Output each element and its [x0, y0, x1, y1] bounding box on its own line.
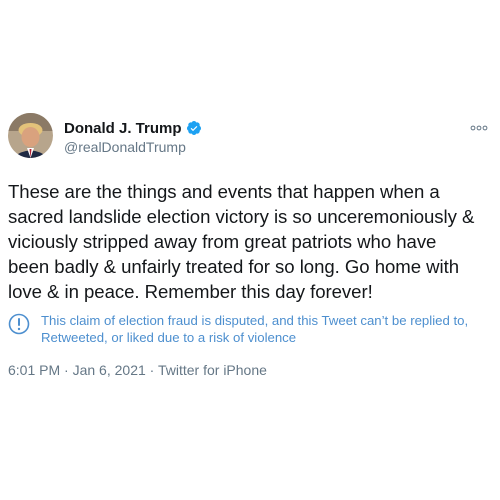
tweet-meta: 6:01 PM · Jan 6, 2021 · Twitter for iPho…	[8, 362, 267, 378]
exclamation-circle-icon	[8, 313, 30, 335]
tweet-source[interactable]: Twitter for iPhone	[158, 362, 267, 378]
verified-badge-icon	[186, 121, 201, 135]
author-handle[interactable]: @realDonaldTrump	[64, 139, 186, 155]
tweet-date[interactable]: Jan 6, 2021	[73, 362, 146, 378]
tweet-card: Donald J. Trump @realDonaldTrump These a…	[0, 0, 500, 500]
profile-photo-icon	[8, 113, 53, 158]
meta-separator: ·	[64, 362, 69, 378]
more-dots-icon[interactable]	[470, 123, 488, 133]
meta-separator: ·	[149, 362, 155, 378]
tweet-time[interactable]: 6:01 PM	[8, 362, 60, 378]
disputed-claim-notice[interactable]: This claim of election fraud is disputed…	[8, 312, 494, 346]
author-name-row: Donald J. Trump	[64, 118, 202, 138]
author-display-name[interactable]: Donald J. Trump	[64, 120, 182, 137]
notice-text: This claim of election fraud is disputed…	[41, 313, 469, 345]
tweet-text: These are the things and events that hap…	[8, 181, 475, 302]
avatar[interactable]	[8, 113, 53, 158]
